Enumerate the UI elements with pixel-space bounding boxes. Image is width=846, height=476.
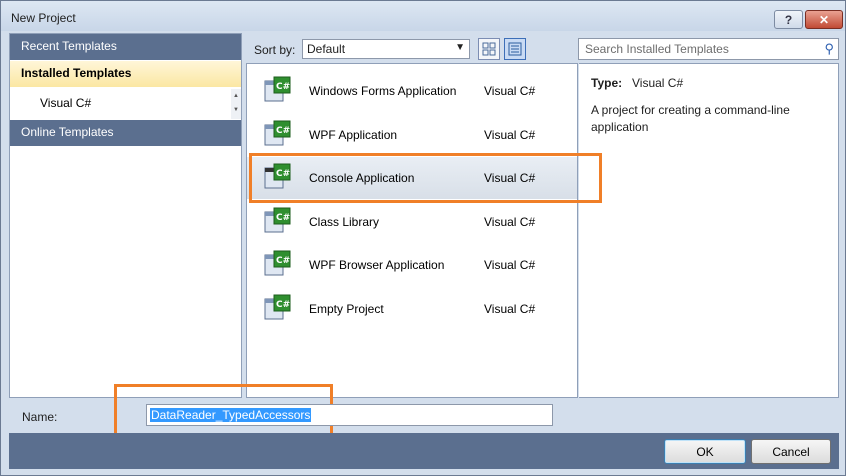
title-bar: New Project ? ✕ — [1, 1, 845, 31]
nav-visual-csharp[interactable]: Visual C# — [10, 89, 230, 119]
sort-by-select[interactable]: Default ▼ — [302, 39, 470, 59]
windows-forms-icon: C# — [262, 76, 292, 106]
template-name: Windows Forms Application — [309, 84, 457, 98]
svg-text:C#: C# — [276, 256, 290, 266]
project-name-value: DataReader_TypedAccessors — [150, 408, 312, 422]
template-language: Visual C# — [484, 258, 536, 272]
help-button[interactable]: ? — [774, 10, 803, 29]
project-name-input[interactable]: DataReader_TypedAccessors — [146, 404, 553, 426]
wpf-browser-icon: C# — [262, 250, 292, 280]
wpf-icon: C# — [262, 120, 292, 150]
dialog-title: New Project — [11, 11, 76, 25]
list-view-icon — [508, 42, 522, 56]
svg-text:C#: C# — [276, 213, 290, 223]
list-view-button[interactable] — [504, 38, 526, 60]
template-language: Visual C# — [484, 128, 536, 142]
template-navigation: Recent Templates Installed Templates Vis… — [9, 33, 242, 398]
new-project-dialog: New Project ? ✕ Recent Templates Install… — [0, 0, 846, 476]
template-description: A project for creating a command-line ap… — [591, 103, 790, 134]
sort-by-label: Sort by: — [254, 43, 296, 57]
template-details: Type: Visual C# A project for creating a… — [579, 63, 839, 398]
sort-by-value: Default — [307, 42, 346, 56]
ok-button[interactable]: OK — [664, 439, 746, 464]
name-label: Name: — [22, 410, 58, 424]
empty-project-icon: C# — [262, 294, 292, 324]
template-name: WPF Application — [309, 128, 398, 142]
nav-installed-templates[interactable]: Installed Templates — [10, 61, 241, 87]
grid-view-button[interactable] — [478, 38, 500, 60]
nav-recent-templates[interactable]: Recent Templates — [10, 34, 241, 60]
template-name: Class Library — [309, 215, 380, 229]
grid-view-icon — [482, 42, 496, 56]
svg-text:C#: C# — [276, 82, 290, 92]
template-language: Visual C# — [484, 302, 536, 316]
dropdown-arrow-icon: ▼ — [455, 42, 465, 53]
highlight-console-application — [249, 153, 602, 203]
type-label: Type: — [591, 76, 623, 90]
type-value: Visual C# — [632, 76, 684, 90]
template-language: Visual C# — [484, 215, 536, 229]
template-language: Visual C# — [484, 84, 536, 98]
template-row[interactable]: C# WPF Application Visual C# — [247, 114, 577, 156]
template-name: WPF Browser Application — [309, 258, 445, 272]
template-row[interactable]: C# Class Library Visual C# — [247, 201, 577, 243]
svg-text:C#: C# — [276, 126, 290, 136]
close-button[interactable]: ✕ — [805, 10, 843, 29]
template-name: Empty Project — [309, 302, 384, 316]
class-library-icon: C# — [262, 207, 292, 237]
template-list: C# Windows Forms Application Visual C# C# WP… — [246, 63, 578, 398]
search-icon[interactable]: ⚲ — [824, 41, 834, 57]
template-row[interactable]: C# Windows Forms Application Visual C# — [247, 70, 577, 112]
search-placeholder: Search Installed Templates — [585, 42, 729, 56]
nav-online-templates[interactable]: Online Templates — [10, 120, 241, 146]
nav-scrollbar[interactable]: ▲ ▼ — [231, 89, 241, 119]
search-templates-input[interactable]: Search Installed Templates ⚲ — [578, 38, 839, 60]
svg-text:C#: C# — [276, 300, 290, 310]
cancel-button[interactable]: Cancel — [751, 439, 831, 464]
template-row[interactable]: C# Empty Project Visual C# — [247, 288, 577, 330]
template-row[interactable]: C# WPF Browser Application Visual C# — [247, 244, 577, 286]
